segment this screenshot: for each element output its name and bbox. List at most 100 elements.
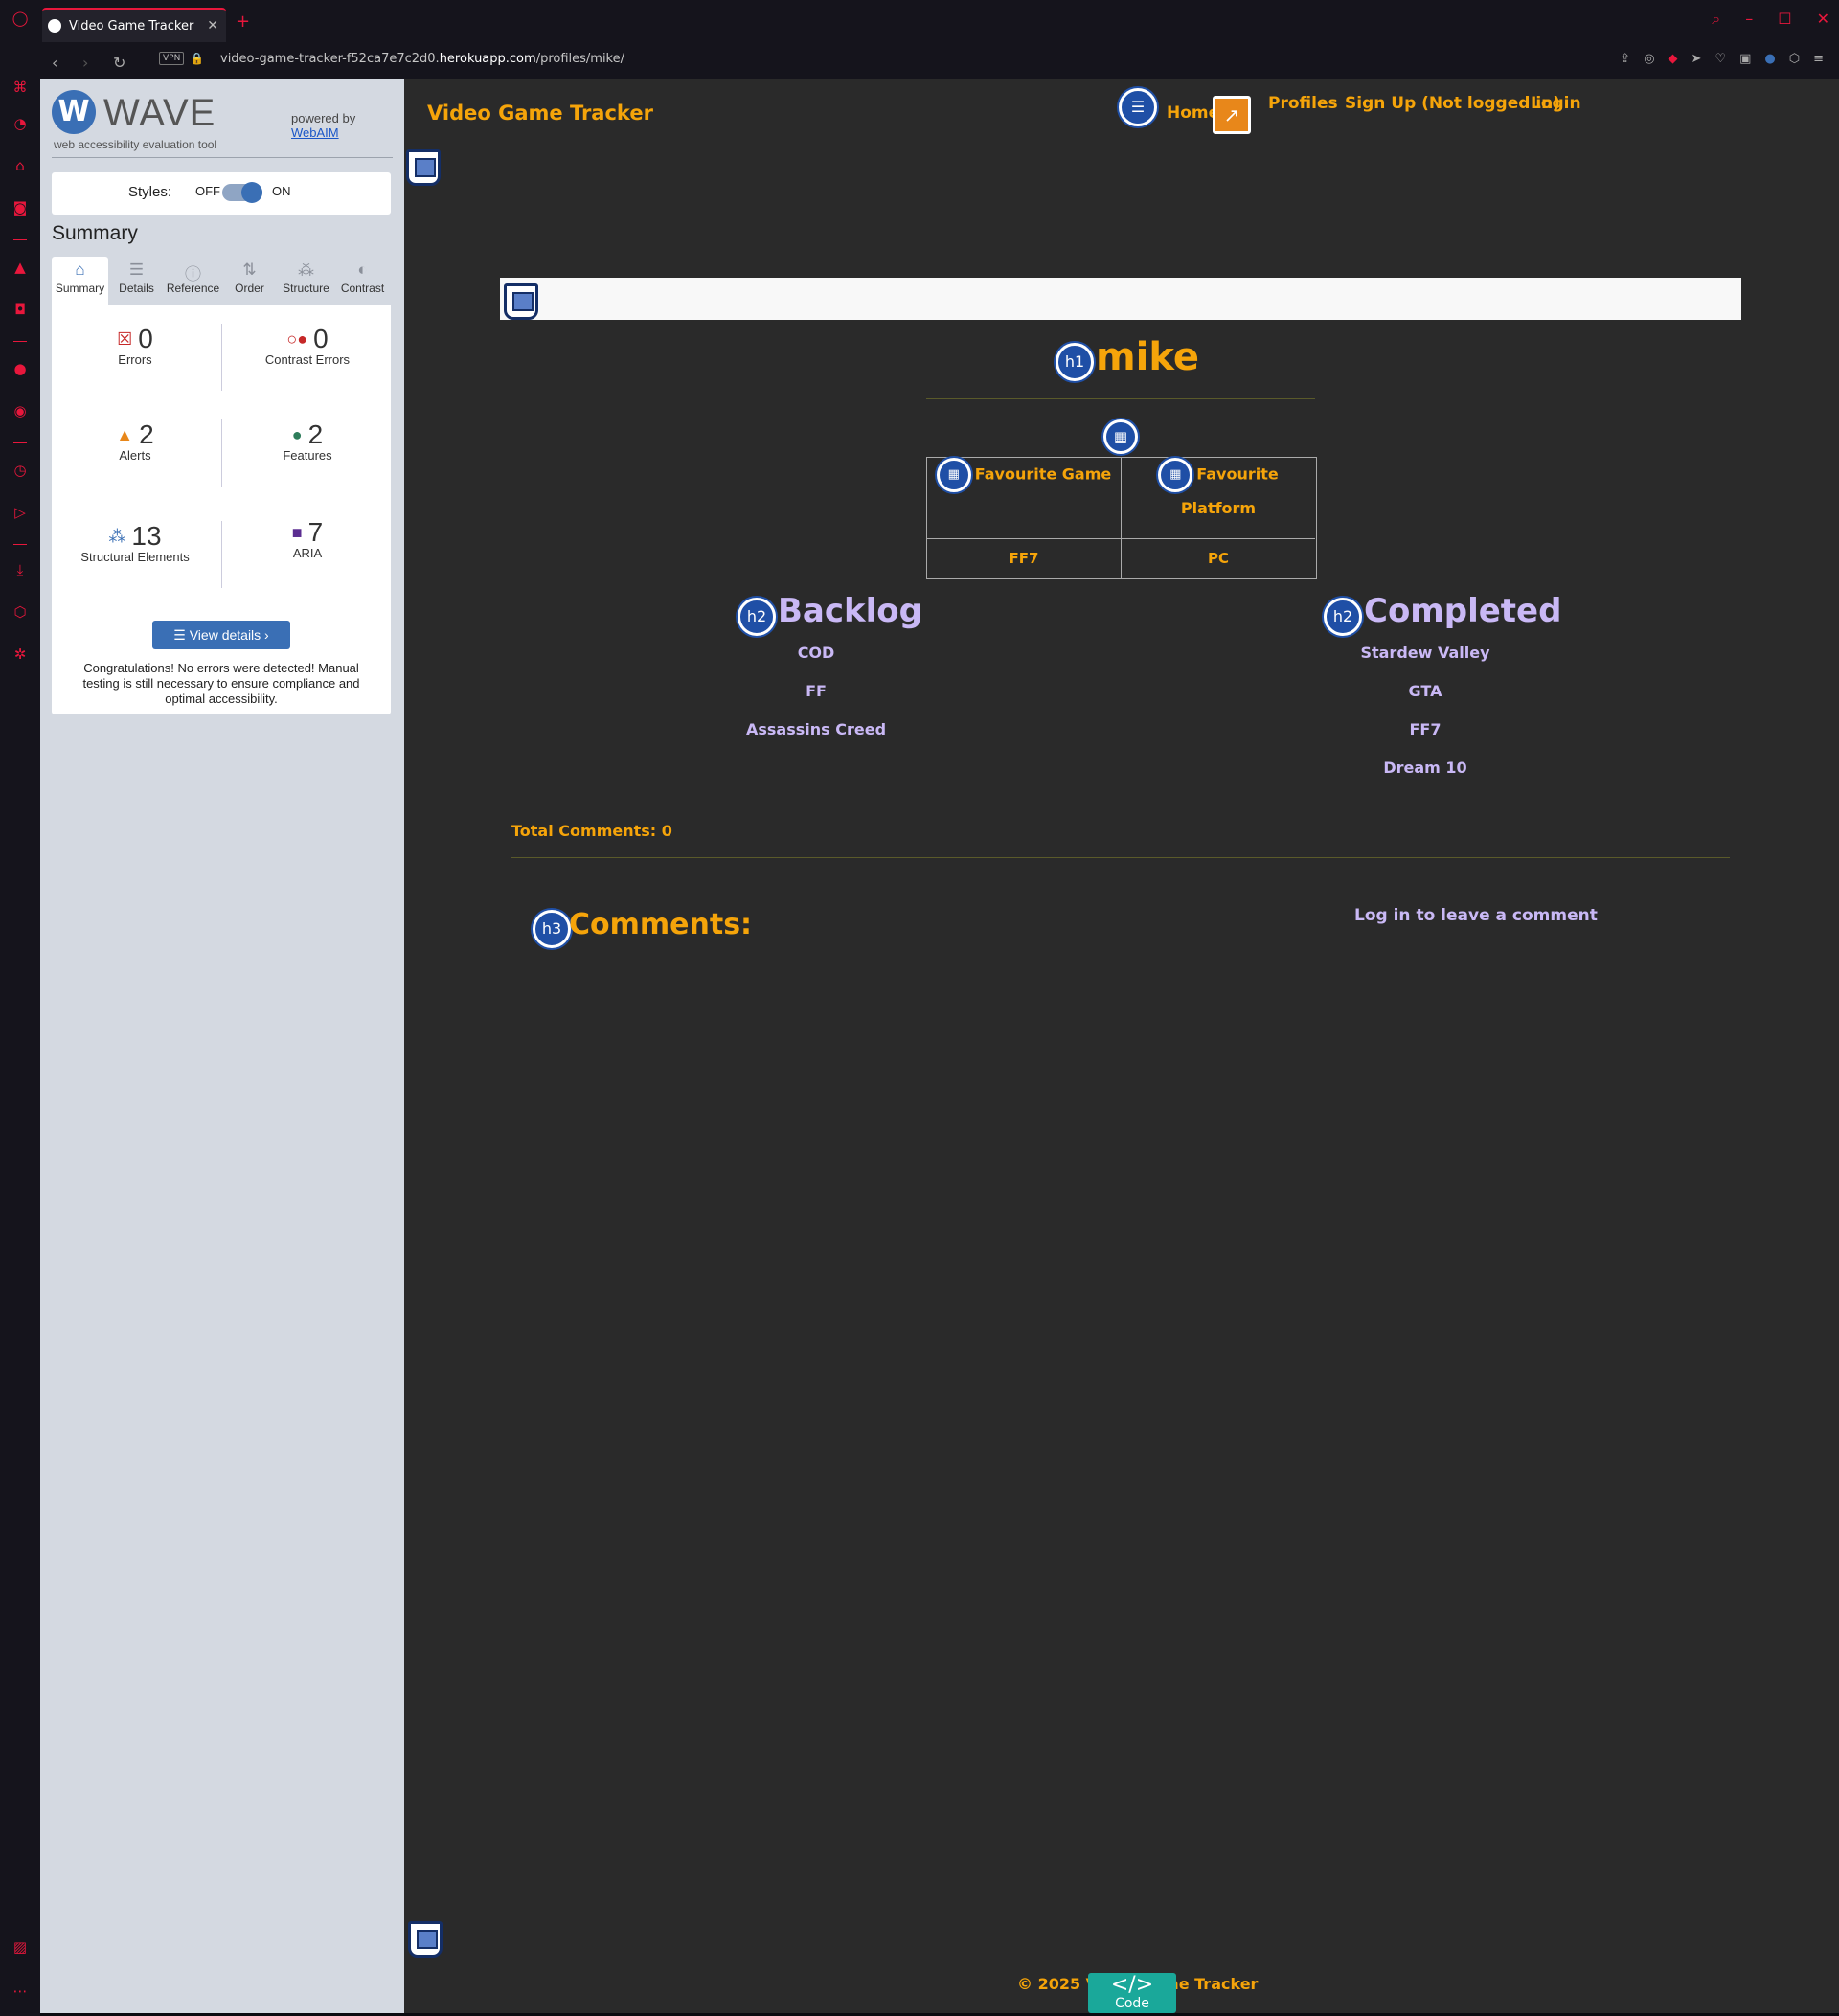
stat-structural[interactable]: ⁂ 13 Structural Elements (63, 521, 207, 564)
nav-login[interactable]: Login (1531, 94, 1581, 113)
messages-region (500, 278, 1741, 320)
h1-badge-icon[interactable]: h1 (1056, 343, 1094, 381)
lock-icon: 🔒 (190, 52, 204, 65)
vpn-badge[interactable]: VPN (159, 52, 185, 65)
tab-close-icon[interactable]: ✕ (207, 18, 218, 34)
styles-toggle[interactable] (222, 182, 262, 203)
styles-toggle-box: Styles: OFF ON (52, 172, 391, 215)
gamepad-icon[interactable]: ⌘ (11, 79, 29, 96)
backlog-heading: Backlog (778, 592, 922, 630)
share-icon[interactable]: ⇪ (1620, 52, 1630, 66)
bag-icon[interactable]: ⌂ (11, 157, 29, 174)
nav-list-icon[interactable]: ☰ (1119, 88, 1157, 126)
stat-errors[interactable]: ☒ 0 Errors (63, 324, 207, 367)
downloads-icon[interactable]: ⤓ (11, 561, 29, 578)
structure-tree-icon: ⁂ (108, 527, 126, 546)
player-icon[interactable]: ◘ (11, 301, 29, 318)
stat-features[interactable]: ● 2 Features (236, 419, 379, 463)
table-header-icon[interactable]: ▦ (936, 458, 971, 492)
header-label: Favourite Game (974, 464, 1112, 484)
profile-username: mike (1096, 335, 1200, 379)
tab-structure[interactable]: ⁂ Structure (278, 257, 334, 305)
extension-icon[interactable]: ▣ (1739, 52, 1751, 66)
backlog-item: COD (797, 644, 835, 662)
tab-details[interactable]: ☰ Details (108, 257, 165, 305)
aria-landmark-icon[interactable] (504, 283, 538, 320)
instagram-icon[interactable]: ◙ (11, 199, 29, 216)
forward-icon[interactable]: › (82, 54, 88, 72)
aria-icon[interactable]: ▲ (11, 259, 29, 276)
order-icon: ⇅ (242, 260, 257, 279)
tab-reference[interactable]: ⓘ Reference (165, 257, 221, 305)
browser-tab[interactable]: Video Game Tracker ✕ (42, 8, 226, 42)
close-window-icon[interactable]: ✕ (1817, 10, 1829, 29)
nav-profiles[interactable]: Profiles (1268, 94, 1338, 113)
nav-home[interactable]: Home (1167, 103, 1219, 123)
cube-icon[interactable]: ⬡ (1789, 52, 1800, 66)
messenger-icon[interactable]: ● (11, 360, 29, 377)
url-field[interactable]: video-game-tracker-f52ca7e7c2d0.herokuap… (220, 52, 624, 66)
site-brand[interactable]: Video Game Tracker (427, 102, 653, 125)
send-icon[interactable]: ➤ (1691, 52, 1702, 66)
speed-dial-icon[interactable]: ◔ (11, 115, 29, 132)
errors-label: Errors (118, 352, 152, 367)
extensions-cube-icon[interactable]: ⬡ (11, 603, 29, 621)
login-to-comment-link[interactable]: Log in to leave a comment (1354, 906, 1598, 925)
alerts-label: Alerts (119, 448, 151, 463)
stat-aria[interactable]: ■ 7 ARIA (236, 517, 379, 560)
tab-label: Contrast (340, 282, 385, 295)
opera-logo-icon[interactable]: ◯ (11, 10, 29, 27)
congrats-message: Congratulations! No errors were detected… (82, 661, 360, 706)
whatsapp-icon[interactable]: ◉ (11, 402, 29, 419)
gallery-icon[interactable]: ▨ (11, 1938, 29, 1956)
header-label: Favourite Platform (1180, 464, 1279, 518)
redundant-link-alert-icon[interactable]: ↗ (1213, 96, 1251, 134)
maximize-icon[interactable]: ☐ (1778, 10, 1791, 29)
tab-label: Reference (166, 282, 220, 295)
settings-gear-icon[interactable]: ✲ (11, 646, 29, 663)
code-button[interactable]: </> Code (1088, 1973, 1176, 2013)
pocket-icon[interactable]: ◆ (1669, 52, 1678, 66)
heart-icon[interactable]: ♡ (1714, 52, 1726, 66)
extension-icons: ⇪ ◎ ◆ ➤ ♡ ▣ ● ⬡ ≡ (1620, 52, 1824, 66)
search-icon[interactable]: ⌕ (1712, 10, 1720, 29)
stat-contrast-errors[interactable]: ○● 0 Contrast Errors (236, 324, 379, 367)
contrast-icon: ◐ (357, 260, 368, 279)
new-tab-button[interactable]: + (236, 11, 250, 32)
summary-title: Summary (52, 222, 138, 244)
error-icon: ☒ (117, 329, 133, 349)
webaim-link[interactable]: WebAIM (291, 125, 339, 140)
minimize-icon[interactable]: – (1745, 10, 1753, 29)
h2-badge-icon[interactable]: h2 (738, 598, 776, 636)
view-details-button[interactable]: ☰ View details › (152, 621, 290, 649)
stat-alerts[interactable]: ▲ 2 Alerts (63, 419, 207, 463)
tab-order[interactable]: ⇅ Order (221, 257, 278, 305)
tab-summary[interactable]: ⌂ Summary (52, 257, 108, 305)
camera-icon[interactable]: ◎ (1644, 52, 1654, 66)
aria-cube-icon: ■ (291, 523, 303, 542)
flow-icon[interactable]: ▷ (11, 504, 29, 521)
aria-landmark-icon[interactable] (408, 1921, 443, 1958)
h3-badge-icon[interactable]: h3 (533, 910, 571, 948)
rail-divider (13, 544, 27, 545)
more-icon[interactable]: ⋯ (11, 1982, 29, 2000)
aria-landmark-icon[interactable] (406, 149, 441, 186)
back-icon[interactable]: ‹ (52, 54, 57, 72)
h2-badge-icon[interactable]: h2 (1324, 598, 1362, 636)
nav-signup[interactable]: Sign Up (Not logged in) (1345, 94, 1560, 113)
table-header-icon[interactable]: ▦ (1158, 458, 1193, 492)
divider (221, 521, 222, 588)
summary-card: ☒ 0 Errors ○● 0 Contrast Errors ▲ 2 Alerts … (52, 305, 391, 714)
structure-icon: ⁂ (298, 260, 314, 279)
menu-icon[interactable]: ≡ (1813, 52, 1824, 66)
contrast-error-icon: ○● (286, 329, 308, 349)
table-icon[interactable]: ▦ (1103, 419, 1138, 454)
history-icon[interactable]: ◷ (11, 462, 29, 479)
reload-icon[interactable]: ↻ (113, 54, 125, 72)
wave-header: W WAVE web accessibility evaluation tool… (52, 90, 393, 158)
table-cell-game: FF7 (927, 538, 1122, 578)
wave-extension-icon[interactable]: ● (1764, 52, 1775, 66)
backlog-item: Assassins Creed (745, 720, 887, 738)
tab-contrast[interactable]: ◐ Contrast (334, 257, 391, 305)
structural-count: 13 (131, 521, 162, 551)
